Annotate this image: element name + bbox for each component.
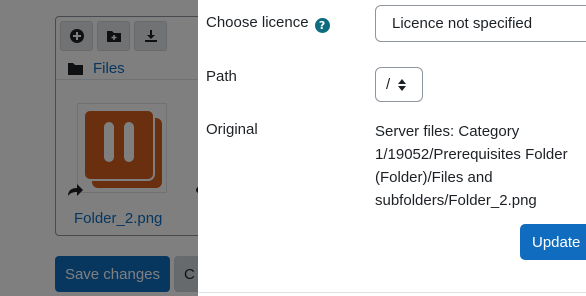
path-select[interactable]: / (375, 67, 423, 102)
file-manager-background: Files Folder_2.png Save changes C (0, 0, 198, 296)
licence-select[interactable]: Licence not specified (375, 5, 586, 42)
licence-select-value: Licence not specified (392, 15, 533, 32)
file-details-dialog: Choose licence? Licence not specified Pa… (198, 0, 586, 296)
path-label: Path (206, 68, 237, 85)
original-value: Server files: Category 1/19052/Prerequis… (375, 123, 568, 209)
path-select-value: / (386, 76, 391, 93)
modal-backdrop (0, 0, 198, 296)
sort-caret-icon (398, 78, 407, 91)
original-label: Original (206, 121, 258, 138)
licence-label: Choose licence (206, 14, 309, 31)
help-icon[interactable]: ? (314, 18, 330, 33)
dialog-footer-divider (198, 292, 586, 293)
licence-label-row: Choose licence? (206, 14, 330, 33)
update-button[interactable]: Update (520, 224, 586, 260)
